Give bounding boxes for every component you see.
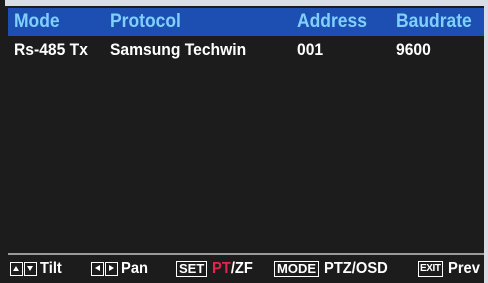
hint-set: SET PT/ZF <box>176 257 257 281</box>
cell-address[interactable]: 001 <box>297 36 323 64</box>
hint-pan: Pan <box>91 257 150 281</box>
header-mode: Mode <box>14 11 60 32</box>
empty-list-area <box>8 64 484 252</box>
cell-baudrate[interactable]: 9600 <box>396 36 431 64</box>
hint-mode: MODE PTZ/OSD <box>274 257 393 281</box>
top-border <box>0 0 488 6</box>
hint-set-rest: /ZF <box>231 260 254 277</box>
cell-protocol[interactable]: Samsung Techwin <box>110 36 246 64</box>
ptz-setup-screen: Mode Protocol Address Baudrate Rs-485 Tx… <box>0 0 488 283</box>
header-address: Address <box>297 11 367 32</box>
header-protocol: Protocol <box>110 11 181 32</box>
set-key-label: SET <box>176 261 208 277</box>
footer-divider <box>8 253 484 255</box>
arrow-left-key-icon <box>91 262 104 276</box>
left-border <box>0 0 5 283</box>
footer-hints: Tilt Pan SET PT/ZF MODE PTZ/OSD EXIT Pre… <box>8 257 488 281</box>
table-row[interactable]: Rs-485 Tx Samsung Techwin 001 9600 <box>8 36 484 64</box>
exit-key-label: EXIT <box>418 261 443 277</box>
hint-exit-label: Prev <box>447 260 480 277</box>
hint-pan-label: Pan <box>121 260 148 277</box>
mode-key-label: MODE <box>274 261 319 277</box>
hint-set-highlight: PT <box>212 260 232 277</box>
hint-exit: EXIT Prev <box>418 257 482 281</box>
arrow-up-key-icon <box>10 262 23 276</box>
hint-mode-label: PTZ/OSD <box>324 260 388 277</box>
table-header: Mode Protocol Address Baudrate <box>8 8 484 36</box>
hint-tilt-label: Tilt <box>40 260 62 277</box>
cell-mode[interactable]: Rs-485 Tx <box>14 36 88 64</box>
arrow-down-key-icon <box>24 262 37 276</box>
arrow-right-key-icon <box>105 262 118 276</box>
hint-tilt: Tilt <box>10 257 64 281</box>
right-border <box>484 0 488 283</box>
hint-set-label: PT/ZF <box>212 260 253 278</box>
header-baudrate: Baudrate <box>396 11 472 32</box>
